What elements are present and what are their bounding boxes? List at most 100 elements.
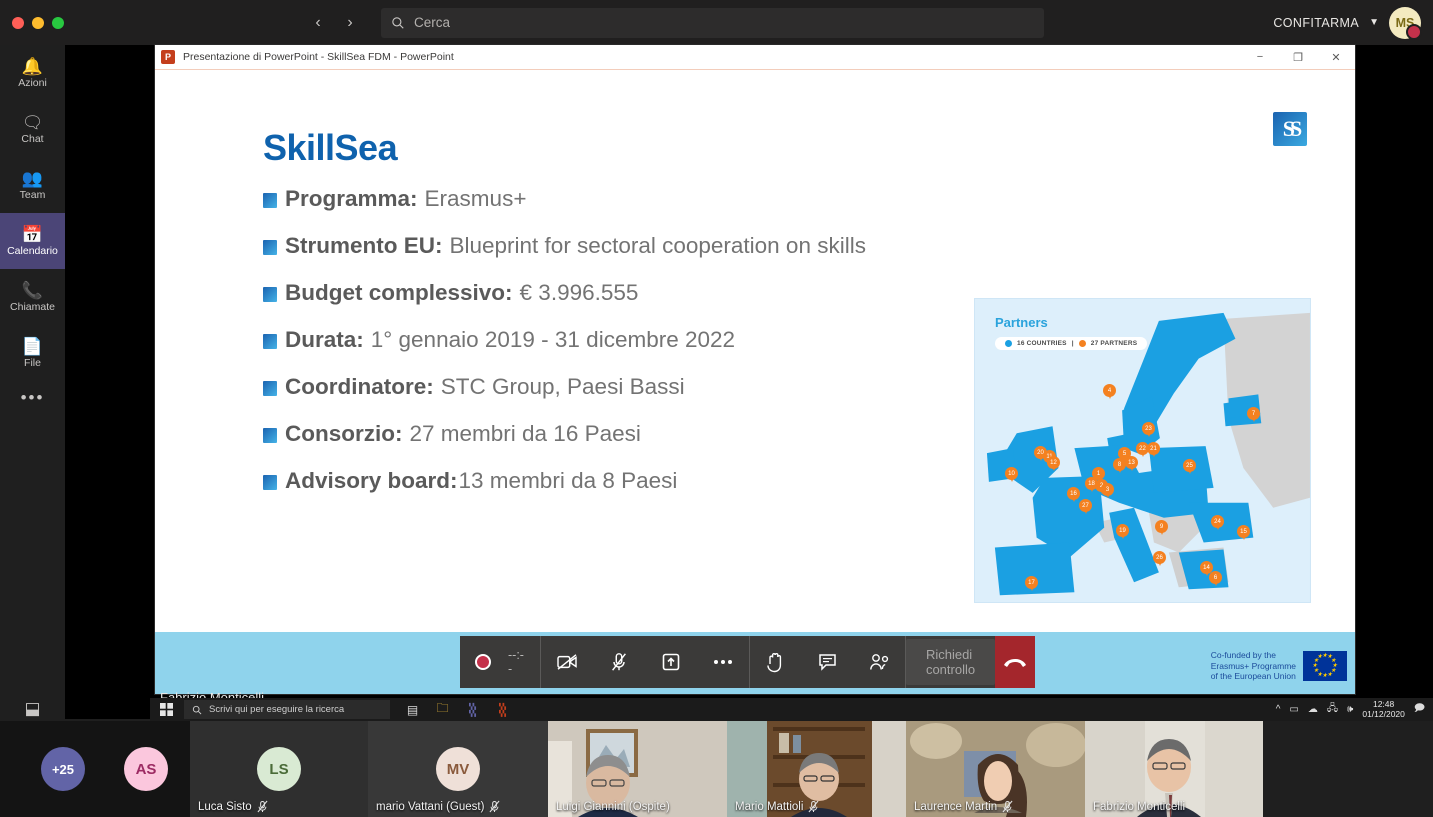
- calendar-icon: 📅: [21, 224, 44, 244]
- sidebar-more-button[interactable]: •••: [0, 381, 65, 415]
- close-button[interactable]: ✕: [1317, 45, 1355, 70]
- windows-taskbar: Scrivi qui per eseguire la ricerca ▤ 🗀 🮕…: [150, 698, 1433, 721]
- notifications-icon[interactable]: 🗩: [1414, 701, 1425, 718]
- taskbar-clock[interactable]: 12:48 01/12/2020: [1362, 699, 1405, 719]
- back-arrow-icon[interactable]: ‹: [305, 10, 331, 36]
- participant-name: mario Vattani (Guest): [376, 800, 485, 813]
- raise-hand-icon[interactable]: [749, 636, 801, 688]
- map-pin: 15: [1237, 525, 1250, 541]
- map-pin: 17: [1025, 576, 1038, 592]
- sidebar-item-chiamate[interactable]: 📞 Chiamate: [0, 269, 65, 325]
- restore-button[interactable]: ❐: [1279, 45, 1317, 70]
- eu-line-3: of the European Union: [1210, 671, 1296, 682]
- participant-name: Fabrizio Monticelli: [1093, 801, 1186, 813]
- account-area: CONFITARMA ▼ MS: [1273, 0, 1422, 45]
- map-pin-number: 10: [1005, 467, 1018, 480]
- minimize-button[interactable]: −: [1241, 45, 1279, 70]
- camera-off-icon[interactable]: [541, 636, 593, 688]
- minimize-window-button[interactable]: [32, 16, 44, 29]
- participant-tile-laurence-martin[interactable]: Laurence Martin: [906, 721, 1085, 817]
- sidebar-item-label: File: [24, 356, 41, 369]
- hangup-button[interactable]: [995, 636, 1036, 688]
- powerpoint-icon[interactable]: 🮕: [494, 701, 511, 718]
- search-input[interactable]: Cerca: [381, 7, 1044, 38]
- participant-name: Mario Mattioli: [735, 800, 804, 813]
- page-title: SkillSea: [263, 127, 398, 168]
- map-pin: 25: [1183, 459, 1196, 475]
- navigation-arrows: ‹ ›: [305, 10, 363, 36]
- eu-star-icon: ★: [1317, 654, 1323, 661]
- eu-line-2: Erasmus+ Programme: [1210, 660, 1296, 671]
- chat-icon[interactable]: [801, 636, 853, 688]
- bullet-key: Durata:: [285, 327, 364, 352]
- battery-icon[interactable]: ▭: [1289, 704, 1298, 715]
- more-options-icon[interactable]: [697, 636, 749, 688]
- eu-funding-logo: Co-funded by the Erasmus+ Programme of t…: [1211, 650, 1347, 682]
- participant-name-row: Laurence Martin: [914, 800, 1013, 813]
- zoom-window-button[interactable]: [52, 16, 64, 29]
- map-pin: 7: [1247, 407, 1260, 423]
- avatar: LS: [257, 747, 301, 791]
- eu-star-icon: ★: [1327, 671, 1333, 678]
- file-icon: 📄: [21, 336, 44, 356]
- map-pin-number: 15: [1237, 525, 1250, 538]
- bullet-value: Erasmus+: [424, 186, 527, 211]
- participant-tile-mario-mattioli[interactable]: Mario Mattioli: [727, 721, 906, 817]
- overflow-count-badge: +25: [41, 747, 85, 791]
- windows-start-icon[interactable]: [150, 698, 182, 721]
- volume-icon[interactable]: 🕪: [1347, 704, 1353, 715]
- sidebar-item-calendario[interactable]: 📅 Calendario: [0, 213, 65, 269]
- map-pin-number: 12: [1047, 456, 1060, 469]
- sidebar-item-file[interactable]: 📄 File: [0, 325, 65, 381]
- bullet-key: Budget complessivo:: [285, 280, 513, 305]
- mac-window-controls[interactable]: [0, 16, 65, 29]
- task-view-icon[interactable]: ▤: [404, 701, 421, 718]
- participant-name-row: Luigi Giannini (Ospite): [556, 801, 670, 813]
- powerpoint-window-title: Presentazione di PowerPoint - SkillSea F…: [183, 51, 454, 63]
- participant-tile-mario-vattani[interactable]: MV mario Vattani (Guest): [368, 721, 548, 817]
- sidebar-item-azioni[interactable]: 🔔 Azioni: [0, 45, 65, 101]
- slide-canvas: SS SkillSea Programma: Erasmus+ Strument…: [155, 70, 1355, 633]
- participant-tile-fabrizio-monticelli[interactable]: Fabrizio Monticelli: [1085, 721, 1263, 817]
- mic-off-icon: [1002, 800, 1013, 813]
- windows-search-input[interactable]: Scrivi qui per eseguire la ricerca: [184, 700, 390, 719]
- search-placeholder: Cerca: [414, 15, 451, 30]
- network-icon[interactable]: 🖧: [1327, 701, 1338, 718]
- avatar[interactable]: MS: [1389, 6, 1422, 40]
- bullet-marker-icon: [263, 334, 277, 349]
- forward-arrow-icon[interactable]: ›: [337, 10, 363, 36]
- map-pin-number: 23: [1142, 422, 1155, 435]
- participant-tile-overflow[interactable]: +25 AS: [0, 721, 190, 817]
- list-item: Coordinatore: STC Group, Paesi Bassi: [263, 374, 1063, 400]
- onedrive-icon[interactable]: ☁: [1308, 704, 1318, 715]
- participants-icon[interactable]: [853, 636, 905, 688]
- map-pin: 27: [1079, 499, 1092, 515]
- powerpoint-title-bar: P Presentazione di PowerPoint - SkillSea…: [155, 45, 1355, 70]
- participant-name-row: Luca Sisto: [198, 800, 268, 813]
- list-item: Advisory board: 13 membri da 8 Paesi: [263, 468, 1063, 494]
- map-pin: 23: [1142, 422, 1155, 438]
- map-pin-number: 7: [1247, 407, 1260, 420]
- mic-off-icon[interactable]: [593, 636, 645, 688]
- close-window-button[interactable]: [12, 16, 24, 29]
- chevron-up-icon[interactable]: ^: [1276, 704, 1281, 715]
- recording-indicator-icon: [460, 654, 506, 670]
- chevron-down-icon[interactable]: ▼: [1369, 17, 1379, 28]
- avatar: AS: [124, 747, 168, 791]
- sidebar-item-label: Chiamate: [10, 300, 55, 313]
- participant-tile-luca-sisto[interactable]: LS Luca Sisto: [190, 721, 368, 817]
- share-screen-icon[interactable]: [645, 636, 697, 688]
- skillsea-logo: SS: [1273, 112, 1307, 146]
- sidebar-item-chat[interactable]: 🗨 Chat: [0, 101, 65, 157]
- list-item: Consorzio: 27 membri da 16 Paesi: [263, 421, 1063, 447]
- teams-icon[interactable]: 🮕: [464, 701, 481, 718]
- request-control-button[interactable]: Richiedi controllo: [905, 639, 996, 685]
- search-icon: [392, 16, 404, 29]
- file-explorer-icon[interactable]: 🗀: [434, 701, 451, 718]
- bullet-marker-icon: [263, 428, 277, 443]
- participant-tile-luigi-giannini[interactable]: Luigi Giannini (Ospite): [548, 721, 727, 817]
- eu-flag-icon: ★ ★ ★ ★ ★ ★ ★ ★ ★ ★ ★ ★: [1303, 651, 1347, 682]
- participant-name-row: Fabrizio Monticelli: [1093, 801, 1185, 813]
- organization-name[interactable]: CONFITARMA: [1273, 16, 1359, 30]
- sidebar-item-team[interactable]: 👥 Team: [0, 157, 65, 213]
